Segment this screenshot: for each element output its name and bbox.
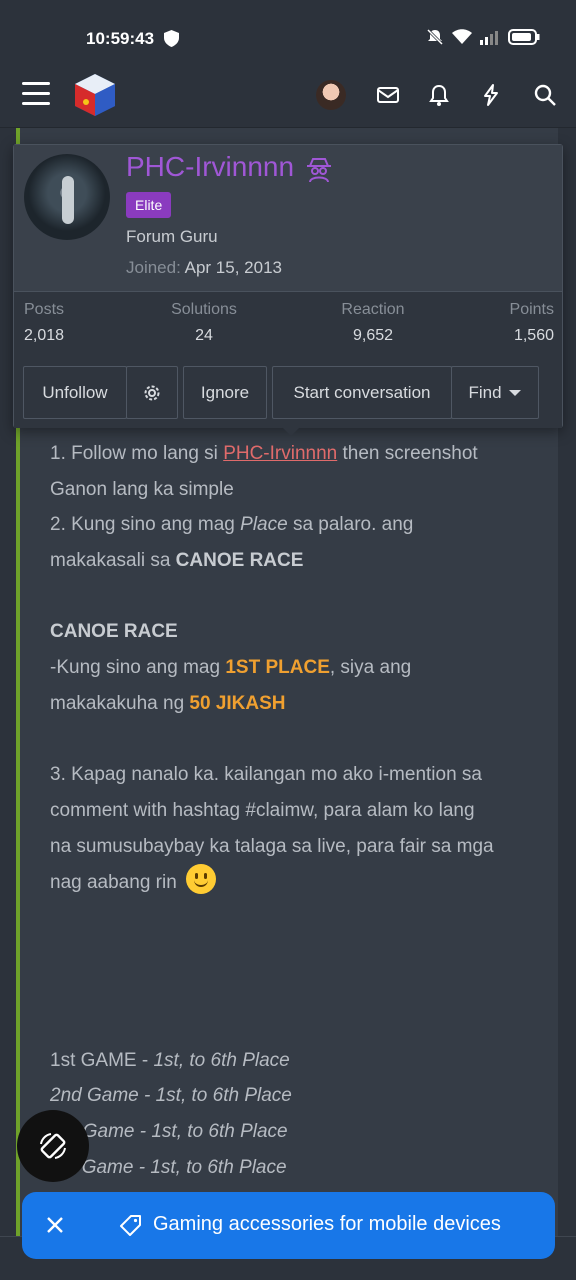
smiley-emoji-icon — [186, 864, 217, 895]
menu-icon[interactable] — [22, 82, 50, 106]
lightning-icon[interactable] — [478, 82, 504, 108]
detective-icon — [307, 158, 331, 183]
member-avatar[interactable] — [24, 154, 110, 240]
tooltip-tail — [282, 427, 300, 436]
tag-icon — [120, 1215, 141, 1236]
member-title: Forum Guru — [126, 227, 218, 246]
wifi-icon — [452, 29, 472, 44]
mute-icon — [426, 28, 444, 46]
bell-icon[interactable] — [426, 82, 452, 108]
mention-link[interactable]: PHC-Irvinnnn — [223, 443, 337, 464]
close-icon[interactable] — [42, 1212, 68, 1238]
site-logo[interactable] — [72, 72, 118, 118]
signal-icon — [480, 31, 498, 45]
start-conversation-button[interactable]: Start conversation — [272, 366, 452, 419]
status-bar: 10:59:43 — [0, 0, 576, 72]
stat-solutions: Solutions 24 — [171, 301, 237, 344]
settings-button[interactable] — [126, 366, 178, 419]
shield-icon — [164, 30, 179, 47]
rotate-icon — [40, 1133, 66, 1159]
search-icon[interactable] — [532, 82, 558, 108]
rotate-screen-button[interactable] — [17, 1110, 89, 1182]
ad-text[interactable]: Gaming accessories for mobile devices — [153, 1213, 501, 1236]
stat-posts: Posts 2,018 — [24, 301, 65, 344]
app-header — [0, 72, 576, 128]
ignore-button[interactable]: Ignore — [183, 366, 267, 419]
user-avatar[interactable] — [316, 80, 346, 110]
stat-points: Points 1,560 — [509, 301, 554, 344]
gear-icon — [144, 385, 160, 400]
find-button[interactable]: Find — [451, 366, 539, 419]
stat-reaction: Reaction 9,652 — [341, 301, 405, 344]
status-time: 10:59:43 — [86, 29, 155, 48]
inbox-icon[interactable] — [375, 82, 401, 108]
member-tooltip: PHC-Irvinnnn Elite Forum Guru Joined: Ap… — [13, 144, 563, 428]
member-joined: Joined: Apr 15, 2013 — [126, 258, 282, 277]
ad-banner[interactable]: Gaming accessories for mobile devices — [22, 1192, 555, 1259]
member-badge: Elite — [126, 192, 172, 218]
post-body: 1. Follow mo lang si PHC-Irvinnnn then s… — [50, 443, 494, 1178]
member-name[interactable]: PHC-Irvinnnn — [126, 151, 294, 183]
battery-icon — [508, 29, 540, 45]
unfollow-button[interactable]: Unfollow — [23, 366, 127, 419]
caret-down-icon — [508, 389, 521, 396]
